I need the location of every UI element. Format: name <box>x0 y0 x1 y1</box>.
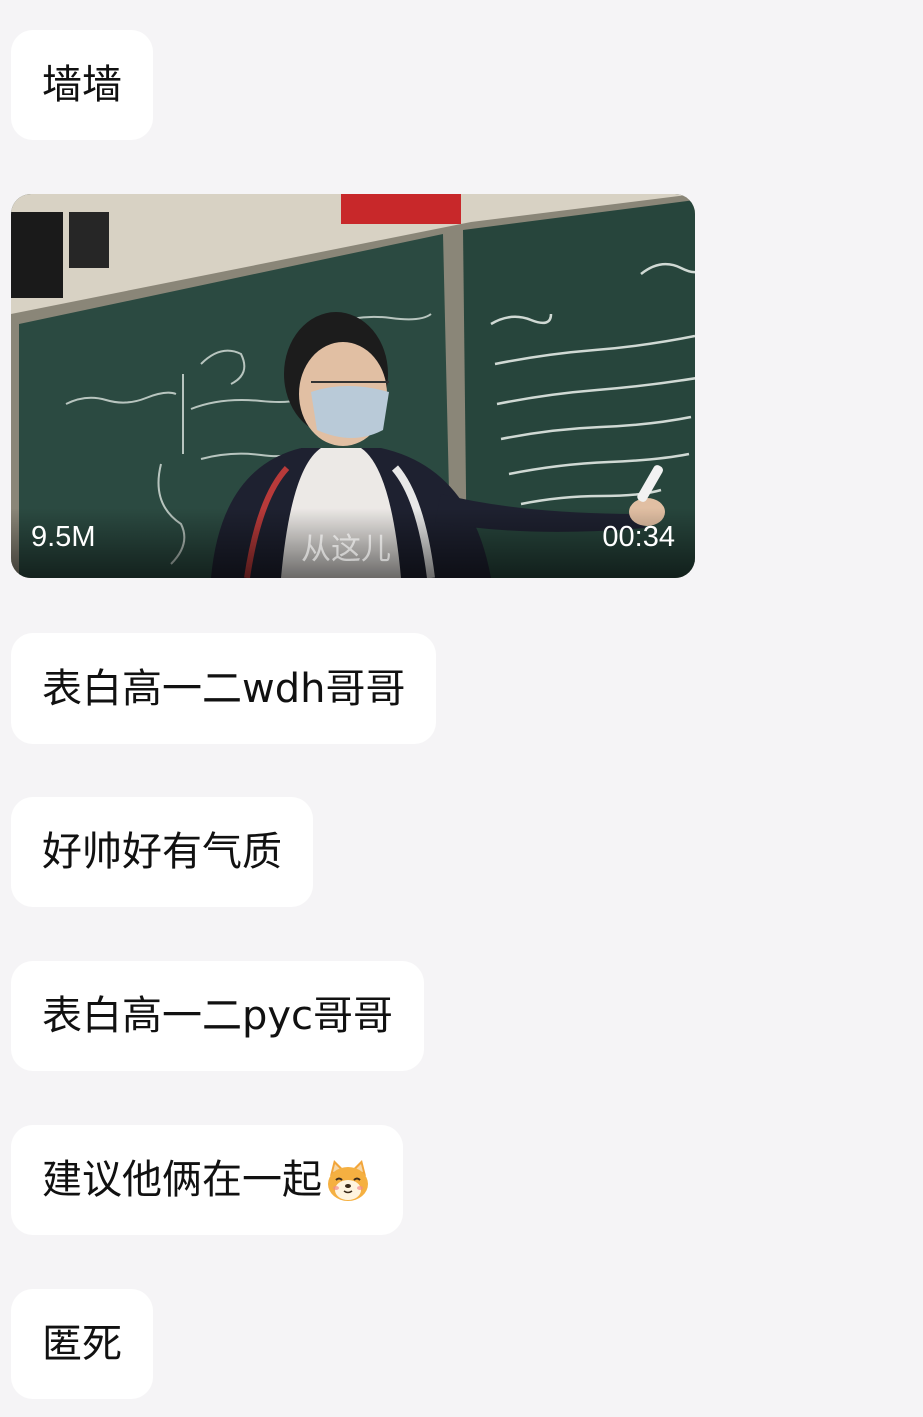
message-bubble[interactable]: 表白高一二wdh哥哥 <box>11 633 437 744</box>
dog-face-emoji-icon <box>328 1160 368 1201</box>
message-text: 表白高一二wdh哥哥 <box>42 665 406 712</box>
chat-message-list[interactable]: 墙墙 9.5M 从这儿 00:34 表白高一二wdh哥哥 好帅好有气质 表白高一… <box>0 0 923 1417</box>
message-bubble[interactable]: 建议他俩在一起 <box>11 1125 403 1235</box>
message-text: 表白高一二pyc哥哥 <box>42 993 394 1039</box>
message-bubble[interactable]: 墙墙 <box>11 30 153 140</box>
message-bubble[interactable]: 好帅好有气质 <box>11 797 313 907</box>
message-text: 好帅好有气质 <box>42 829 282 875</box>
message-bubble[interactable]: 表白高一二pyc哥哥 <box>11 961 425 1071</box>
video-message[interactable]: 9.5M 从这儿 00:34 <box>11 194 695 578</box>
message-text: 匿死 <box>42 1321 122 1367</box>
message-bubble[interactable]: 匿死 <box>11 1289 153 1399</box>
video-size-label: 9.5M <box>31 521 96 553</box>
video-duration-label: 00:34 <box>602 521 675 553</box>
message-text: 墙墙 <box>42 62 122 108</box>
video-watermark: 从这儿 <box>301 532 391 567</box>
message-text: 建议他俩在一起 <box>42 1157 322 1203</box>
